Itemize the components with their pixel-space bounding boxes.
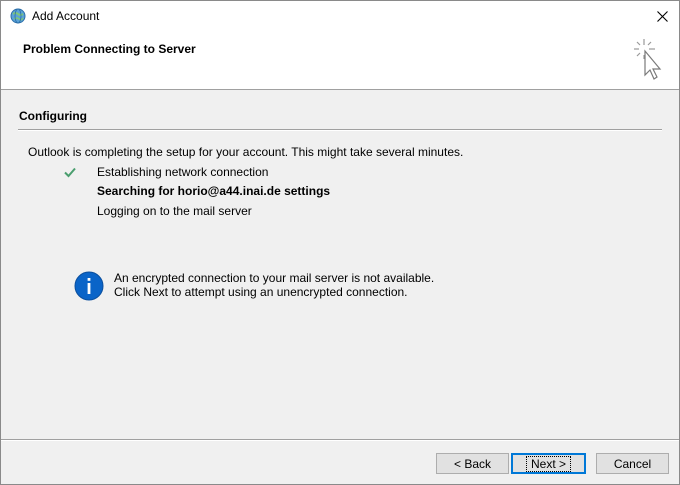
next-button[interactable]: Next > <box>511 453 586 474</box>
cancel-button[interactable]: Cancel <box>596 453 669 474</box>
page-title: Problem Connecting to Server <box>23 42 196 56</box>
close-button[interactable] <box>645 1 679 31</box>
next-button-label: Next > <box>525 455 571 472</box>
wizard-header: Problem Connecting to Server <box>1 31 679 90</box>
cursor-click-icon <box>634 39 662 80</box>
step-searching-settings: Searching for horio@a44.inai.de settings <box>97 184 331 198</box>
intro-text: Outlook is completing the setup for your… <box>28 145 464 159</box>
checkmark-icon <box>64 167 76 178</box>
outlook-globe-icon <box>10 8 26 24</box>
info-message-line2: Click Next to attempt using an unencrypt… <box>114 285 408 299</box>
title-bar: Add Account <box>1 1 679 31</box>
back-button[interactable]: < Back <box>436 453 509 474</box>
section-title: Configuring <box>19 109 87 123</box>
back-button-label: < Back <box>453 456 492 471</box>
footer-divider <box>1 439 679 441</box>
step-establishing-connection: Establishing network connection <box>97 165 269 179</box>
close-icon <box>656 10 668 22</box>
info-icon <box>74 271 104 301</box>
window-title: Add Account <box>32 9 100 23</box>
step-logging-on: Logging on to the mail server <box>97 204 252 218</box>
add-account-dialog: Add Account Problem Connecting to Server… <box>0 0 680 485</box>
info-message-line1: An encrypted connection to your mail ser… <box>114 271 435 285</box>
cancel-button-label: Cancel <box>613 456 652 471</box>
section-divider <box>18 129 662 131</box>
